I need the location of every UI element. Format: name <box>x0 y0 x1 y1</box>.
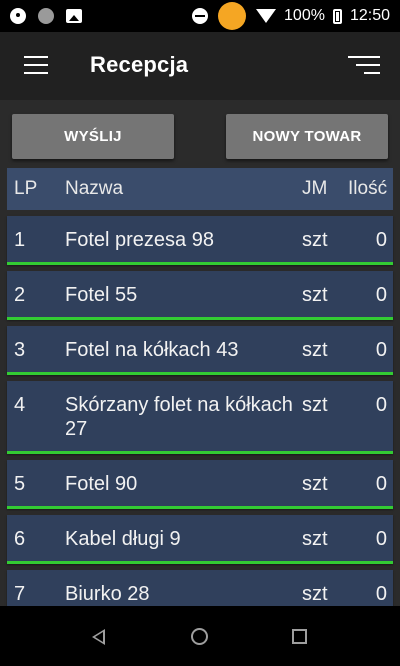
chat-notification-icon <box>10 8 26 24</box>
row-unit: szt <box>302 284 328 306</box>
row-name: Skórzany folet na kółkach 27 <box>65 394 293 440</box>
back-icon[interactable] <box>92 629 105 645</box>
hamburger-menu-icon[interactable] <box>24 56 48 74</box>
row-lp: 4 <box>14 394 26 416</box>
row-lp: 6 <box>14 528 26 550</box>
table-header: LP Nazwa JM Ilość <box>7 168 393 210</box>
header-lp: LP <box>14 178 38 199</box>
do-not-disturb-icon <box>192 8 209 24</box>
battery-icon <box>332 8 342 24</box>
row-lp: 5 <box>14 473 26 495</box>
row-unit: szt <box>302 229 328 251</box>
sort-icon[interactable] <box>348 56 380 76</box>
header-unit: JM <box>302 178 328 199</box>
app-bar: Recepcja <box>0 32 400 100</box>
page-title: Recepcja <box>90 52 189 77</box>
home-icon[interactable] <box>191 628 208 645</box>
row-qty: 0 <box>375 394 387 416</box>
row-name: Fotel na kółkach 43 <box>65 339 239 361</box>
row-name: Fotel 55 <box>65 284 138 306</box>
new-item-button[interactable]: NOWY TOWAR <box>226 114 388 159</box>
row-name: Kabel długi 9 <box>65 528 181 550</box>
wifi-icon <box>256 9 277 23</box>
row-qty: 0 <box>375 339 387 361</box>
items-table: LP Nazwa JM Ilość 1 Fotel prezesa 98 szt… <box>7 168 393 625</box>
system-nav-bar <box>0 606 400 666</box>
clock: 12:50 <box>349 7 390 24</box>
table-row[interactable]: 4 Skórzany folet na kółkach 27 szt 0 <box>7 381 393 454</box>
row-unit: szt <box>302 394 328 416</box>
row-lp: 2 <box>14 284 26 306</box>
table-row[interactable]: 2 Fotel 55 szt 0 <box>7 271 393 320</box>
row-lp: 3 <box>14 339 26 361</box>
battery-percent: 100% <box>284 7 325 24</box>
recent-apps-icon[interactable] <box>292 629 307 644</box>
row-qty: 0 <box>375 229 387 251</box>
row-name: Fotel prezesa 98 <box>65 229 214 251</box>
table-row[interactable]: 6 Kabel długi 9 szt 0 <box>7 515 393 564</box>
circle-notification-icon <box>38 8 54 24</box>
header-name: Nazwa <box>65 178 124 199</box>
send-button[interactable]: WYŚLIJ <box>12 114 174 159</box>
row-name: Fotel 90 <box>65 473 138 495</box>
header-qty: Ilość <box>348 178 388 199</box>
row-unit: szt <box>302 528 328 550</box>
image-notification-icon <box>66 9 82 23</box>
row-qty: 0 <box>375 473 387 495</box>
table-body: 1 Fotel prezesa 98 szt 0 2 Fotel 55 szt … <box>7 216 393 619</box>
table-row[interactable]: 5 Fotel 90 szt 0 <box>7 460 393 509</box>
row-qty: 0 <box>375 528 387 550</box>
row-qty: 0 <box>375 284 387 306</box>
row-unit: szt <box>302 339 328 361</box>
overlay-bubble-icon <box>218 2 247 30</box>
table-row[interactable]: 3 Fotel na kółkach 43 szt 0 <box>7 326 393 375</box>
row-unit: szt <box>302 473 328 495</box>
row-lp: 1 <box>14 229 26 251</box>
table-row[interactable]: 1 Fotel prezesa 98 szt 0 <box>7 216 393 265</box>
status-bar: 100% 12:50 <box>0 0 400 32</box>
